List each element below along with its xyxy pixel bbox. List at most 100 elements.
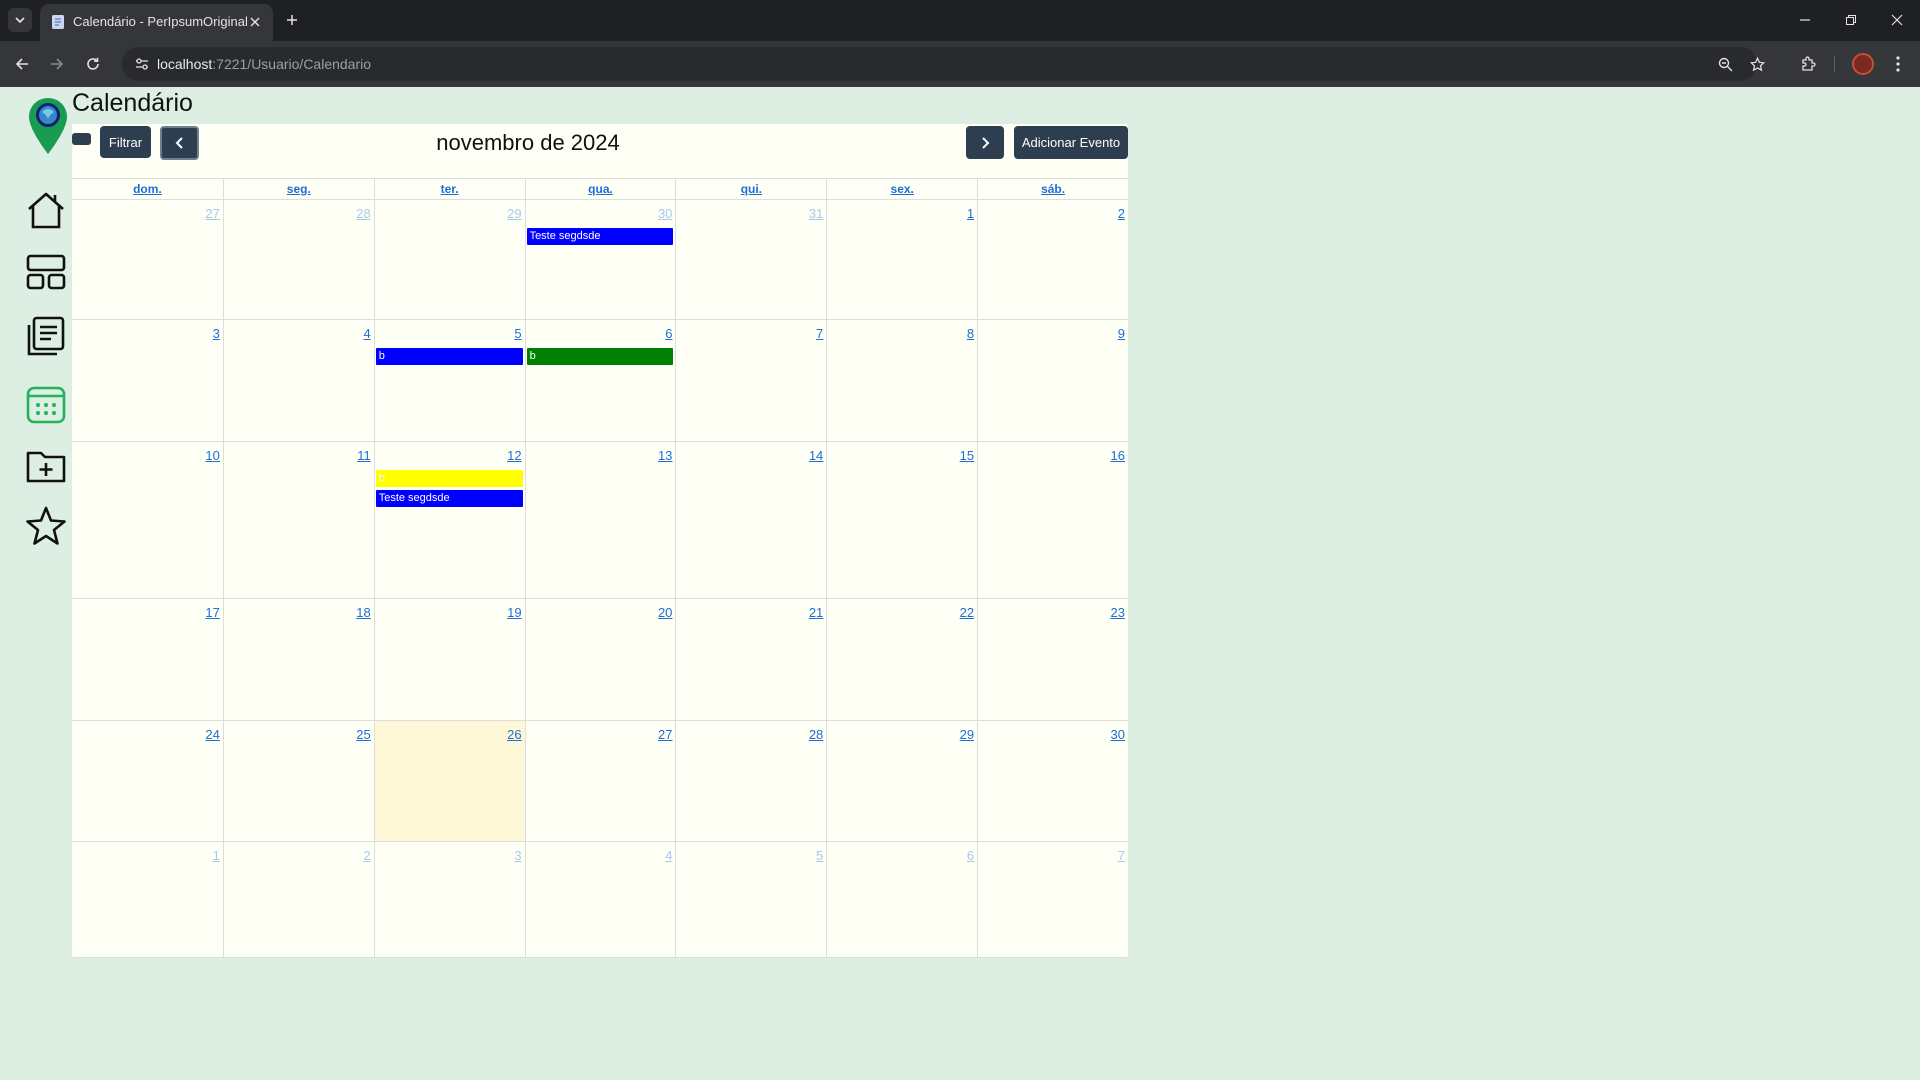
calendar-day[interactable]: 8 [826,320,977,441]
calendar-day[interactable]: 5 [675,842,826,957]
day-number-link[interactable]: 12 [507,448,521,463]
day-number-link[interactable]: 13 [658,448,672,463]
day-number-link[interactable]: 23 [1111,605,1125,620]
calendar-day[interactable]: 4 [222,320,374,441]
calendar-day[interactable]: 13 [524,442,676,598]
calendar-day[interactable]: 1 [72,842,223,957]
forward-button[interactable] [44,51,70,77]
day-number-link[interactable]: 14 [809,448,823,463]
nav-calendar[interactable] [24,382,68,426]
day-number-link[interactable]: 17 [205,605,219,620]
day-number-link[interactable]: 24 [205,727,219,742]
day-number-link[interactable]: 2 [363,848,370,863]
calendar-event[interactable]: b [374,469,524,488]
calendar-day-today[interactable]: 26 [373,721,525,841]
calendar-day[interactable]: 24 [72,721,223,841]
browser-menu-button[interactable] [1885,51,1911,77]
day-number-link[interactable]: 25 [356,727,370,742]
calendar-day[interactable]: 29 [373,200,525,319]
day-number-link[interactable]: 27 [205,206,219,221]
day-number-link[interactable]: 26 [507,727,521,742]
day-number-link[interactable]: 6 [967,848,974,863]
calendar-day[interactable]: 30 [524,200,676,319]
prev-month-button[interactable] [160,126,199,160]
calendar-day[interactable]: 18 [222,599,374,720]
close-window-button[interactable] [1883,8,1911,32]
calendar-day[interactable]: 23 [977,599,1128,720]
weekday-header[interactable]: dom. [72,179,223,200]
color-legend-button[interactable] [72,133,91,145]
restore-button[interactable] [1837,8,1865,32]
day-number-link[interactable]: 20 [658,605,672,620]
filter-button[interactable]: Filtrar [100,126,151,158]
weekday-header[interactable]: qui. [675,179,826,200]
calendar-day[interactable]: 3 [373,842,525,957]
day-number-link[interactable]: 5 [816,848,823,863]
calendar-day[interactable]: 2 [222,842,374,957]
day-number-link[interactable]: 9 [1118,326,1125,341]
day-number-link[interactable]: 10 [205,448,219,463]
day-number-link[interactable]: 22 [960,605,974,620]
day-number-link[interactable]: 19 [507,605,521,620]
extensions-button[interactable] [1795,51,1821,77]
browser-tab[interactable]: Calendário - PerIpsumOriginal [40,4,273,41]
calendar-day[interactable]: 5 [373,320,525,441]
day-number-link[interactable]: 29 [960,727,974,742]
add-event-button[interactable]: Adicionar Evento [1014,126,1128,159]
day-number-link[interactable]: 31 [809,206,823,221]
calendar-event[interactable]: Teste segdsde [525,227,675,246]
weekday-header[interactable]: sex. [826,179,977,200]
day-number-link[interactable]: 16 [1111,448,1125,463]
day-number-link[interactable]: 30 [1111,727,1125,742]
calendar-day[interactable]: 7 [977,842,1128,957]
calendar-day[interactable]: 20 [524,599,676,720]
day-number-link[interactable]: 27 [658,727,672,742]
calendar-day[interactable]: 31 [675,200,826,319]
day-number-link[interactable]: 18 [356,605,370,620]
calendar-day[interactable]: 25 [222,721,374,841]
profile-avatar[interactable] [1852,53,1874,75]
calendar-day[interactable]: 30 [977,721,1128,841]
weekday-header[interactable]: sáb. [977,179,1128,200]
day-number-link[interactable]: 30 [658,206,672,221]
address-bar[interactable]: localhost:7221/Usuario/Calendario [122,47,1765,81]
site-info-button[interactable] [130,52,154,76]
weekday-header[interactable]: ter. [373,179,525,200]
calendar-day[interactable]: 9 [977,320,1128,441]
day-number-link[interactable]: 3 [514,848,521,863]
day-number-link[interactable]: 5 [514,326,521,341]
day-number-link[interactable]: 8 [967,326,974,341]
bookmark-button[interactable] [1745,52,1769,76]
calendar-day[interactable]: 27 [524,721,676,841]
calendar-day[interactable]: 16 [977,442,1128,598]
calendar-day[interactable]: 28 [675,721,826,841]
calendar-day[interactable]: 11 [222,442,374,598]
nav-documents[interactable] [24,314,68,358]
day-number-link[interactable]: 7 [816,326,823,341]
day-number-link[interactable]: 28 [356,206,370,221]
calendar-day[interactable]: 2 [977,200,1128,319]
calendar-day[interactable]: 3 [72,320,223,441]
calendar-day[interactable]: 27 [72,200,223,319]
calendar-day[interactable]: 10 [72,442,223,598]
day-number-link[interactable]: 28 [809,727,823,742]
calendar-event[interactable]: b [374,347,524,366]
day-number-link[interactable]: 2 [1118,206,1125,221]
calendar-day[interactable]: 6 [826,842,977,957]
calendar-event[interactable]: Teste segdsde [374,489,524,508]
day-number-link[interactable]: 11 [357,448,371,463]
reload-button[interactable] [80,51,106,77]
calendar-day[interactable]: 17 [72,599,223,720]
calendar-day[interactable]: 29 [826,721,977,841]
calendar-day[interactable]: 22 [826,599,977,720]
day-number-link[interactable]: 29 [507,206,521,221]
day-number-link[interactable]: 3 [213,326,220,341]
calendar-day[interactable]: 4 [524,842,676,957]
minimize-button[interactable] [1791,8,1819,32]
day-number-link[interactable]: 6 [665,326,672,341]
weekday-header[interactable]: seg. [222,179,374,200]
weekday-header[interactable]: qua. [524,179,676,200]
day-number-link[interactable]: 7 [1118,848,1125,863]
new-tab-button[interactable] [280,8,304,32]
day-number-link[interactable]: 4 [363,326,370,341]
